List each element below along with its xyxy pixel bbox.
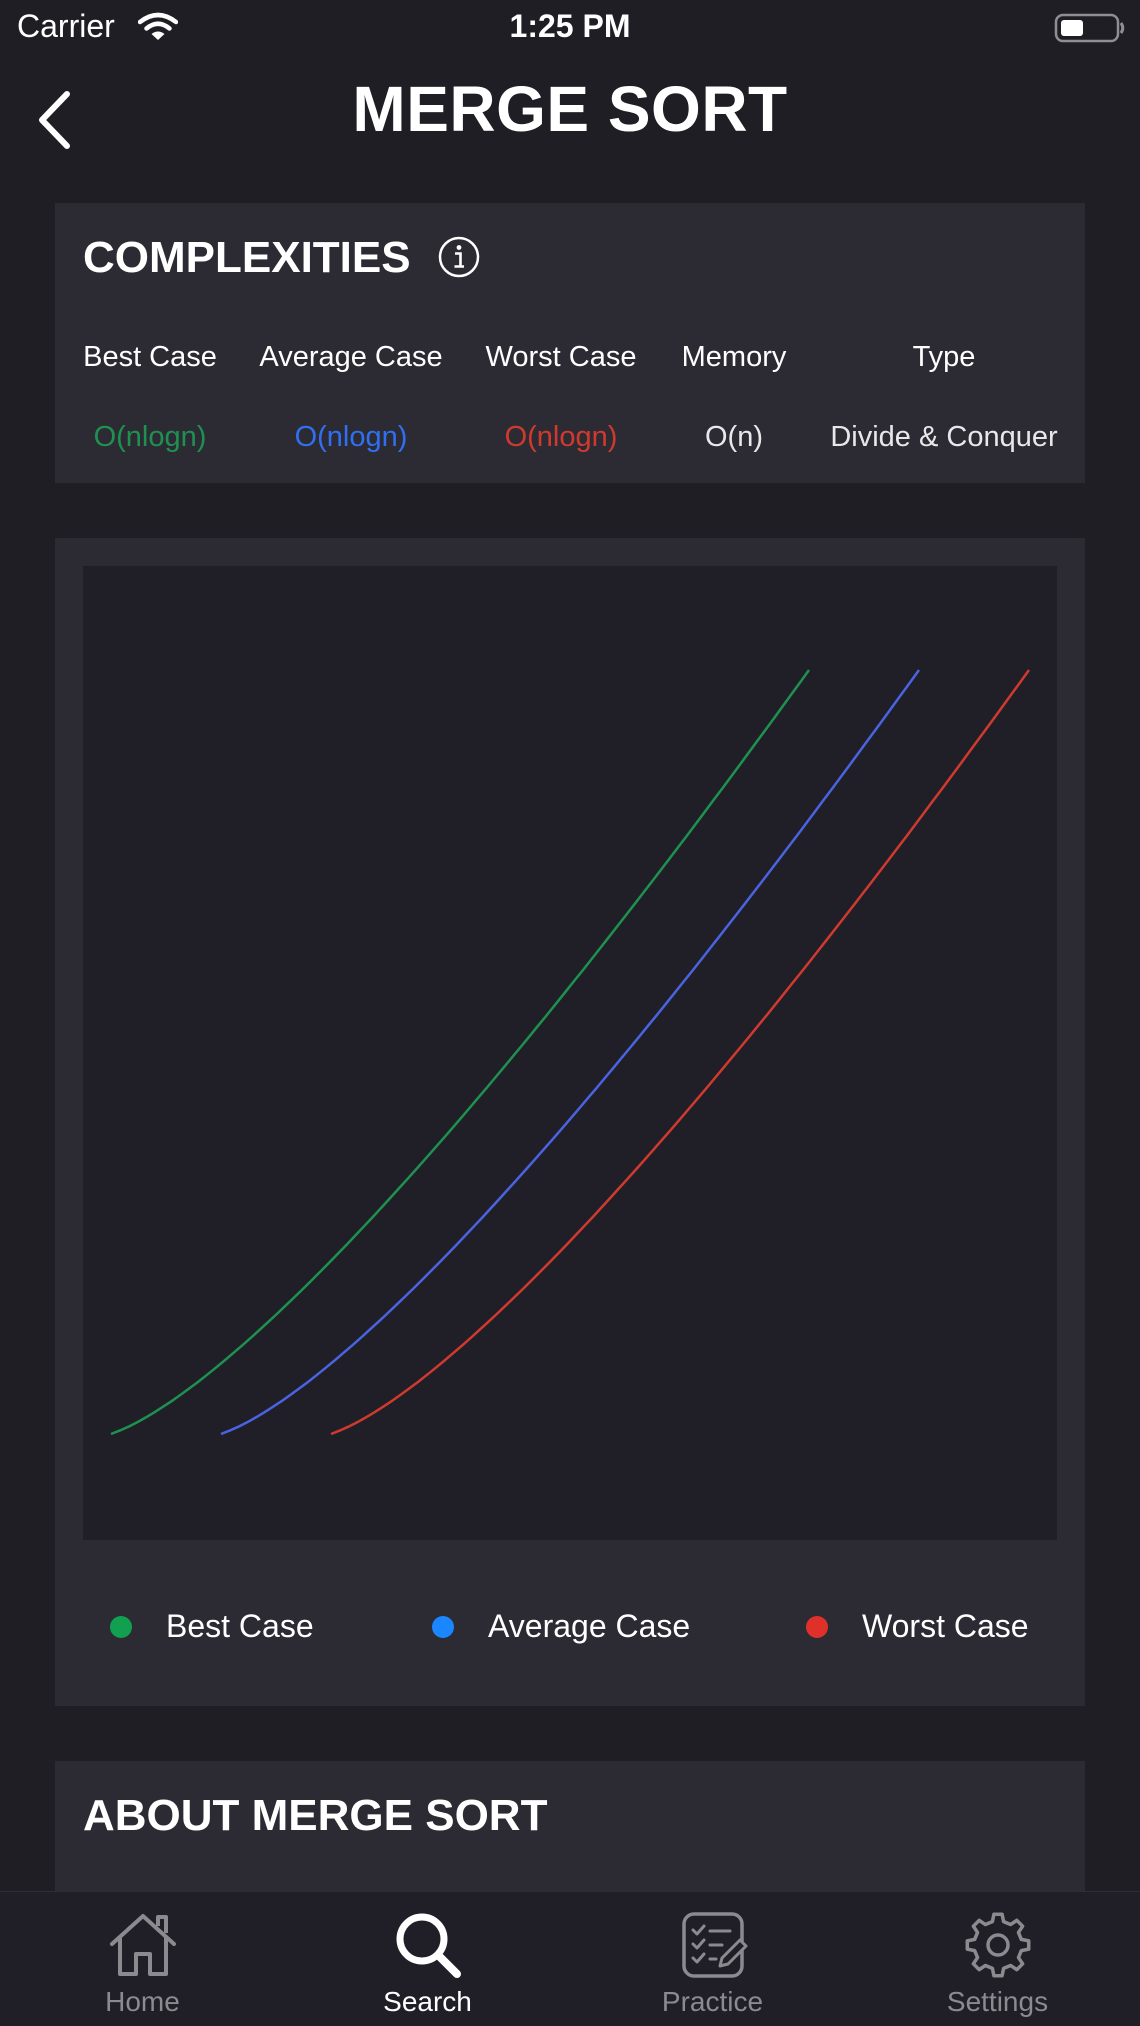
memory-header: Memory bbox=[681, 341, 787, 373]
status-time: 1:25 PM bbox=[509, 8, 631, 44]
tab-label: Home bbox=[105, 1986, 180, 2017]
legend-label: Average Case bbox=[488, 1608, 691, 1644]
series-line-average-case bbox=[220, 669, 921, 1436]
best-case-header: Best Case bbox=[83, 341, 217, 373]
type-value: Divide & Conquer bbox=[830, 421, 1058, 453]
practice-icon bbox=[682, 1912, 748, 1978]
legend-label: Worst Case bbox=[862, 1608, 1029, 1644]
page-title: MERGE SORT bbox=[352, 73, 788, 145]
average-case-header: Average Case bbox=[259, 341, 443, 373]
legend-item-best-case: Best Case bbox=[110, 1608, 314, 1645]
legend-item-average-case: Average Case bbox=[432, 1608, 690, 1645]
series-line-best-case bbox=[110, 669, 811, 1436]
tab-bar: Home Search Practice Settings bbox=[0, 1891, 1140, 2026]
best-case-value: O(nlogn) bbox=[93, 421, 207, 453]
plot-area bbox=[83, 566, 1057, 1540]
tab-label: Settings bbox=[946, 1986, 1049, 2017]
chart-legend: Best Case Average Case Worst Case bbox=[55, 1608, 1085, 1658]
worst-case-header: Worst Case bbox=[485, 341, 637, 373]
gear-icon bbox=[965, 1912, 1031, 1978]
status-bar: Carrier 1:25 PM bbox=[0, 0, 1140, 56]
info-icon[interactable] bbox=[437, 235, 481, 279]
tab-home[interactable]: Home bbox=[0, 1892, 285, 2026]
home-icon bbox=[110, 1914, 176, 1976]
worst-case-value: O(nlogn) bbox=[504, 421, 618, 453]
legend-dot-average-case bbox=[432, 1615, 454, 1638]
memory-value: O(n) bbox=[705, 421, 763, 453]
legend-dot-best-case bbox=[110, 1615, 132, 1638]
tab-label: Search bbox=[383, 1986, 472, 2017]
battery-icon bbox=[1054, 13, 1125, 43]
average-case-value: O(nlogn) bbox=[294, 421, 408, 453]
tab-practice[interactable]: Practice bbox=[570, 1892, 855, 2026]
legend-dot-worst-case bbox=[806, 1615, 828, 1638]
complexities-card: COMPLEXITIES Best Case Average Case Wors… bbox=[55, 203, 1085, 483]
legend-item-worst-case: Worst Case bbox=[806, 1608, 1029, 1645]
search-icon bbox=[396, 1913, 461, 1978]
tab-label: Practice bbox=[661, 1986, 764, 2017]
tab-search[interactable]: Search bbox=[285, 1892, 570, 2026]
complexities-title: COMPLEXITIES bbox=[83, 233, 411, 282]
chart-card: Best Case Average Case Worst Case bbox=[55, 538, 1085, 1706]
about-title: ABOUT MERGE SORT bbox=[83, 1791, 548, 1840]
complexity-chart bbox=[110, 669, 1031, 1436]
series-line-worst-case bbox=[330, 669, 1031, 1436]
legend-label: Best Case bbox=[166, 1608, 314, 1644]
type-header: Type bbox=[912, 341, 976, 373]
tab-settings[interactable]: Settings bbox=[855, 1892, 1140, 2026]
